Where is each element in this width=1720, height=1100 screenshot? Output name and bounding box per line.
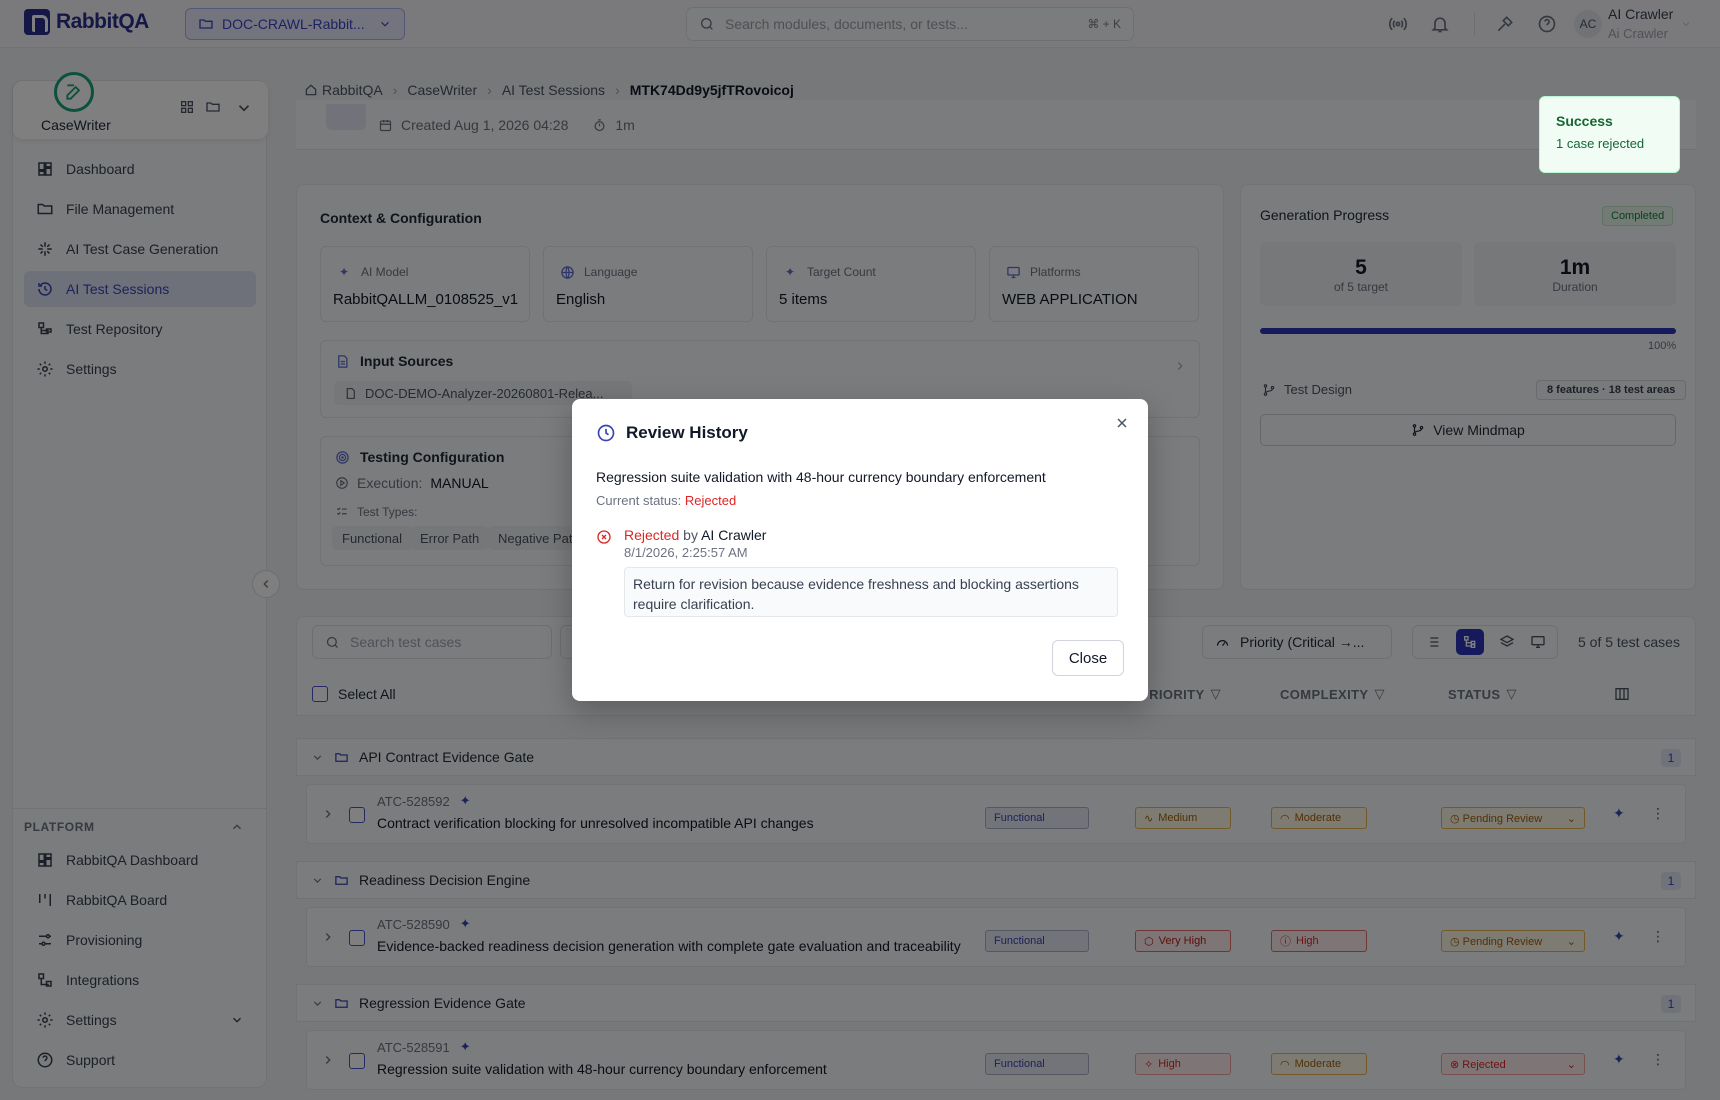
clock-icon (597, 424, 615, 442)
toast-message: 1 case rejected (1556, 136, 1645, 151)
event-note: Return for revision because evidence fre… (624, 567, 1118, 617)
dialog-title-text: Review History (626, 423, 748, 442)
toast-title: Success (1556, 113, 1613, 129)
case-title: Regression suite validation with 48-hour… (596, 469, 1046, 485)
review-history-dialog: Review History Regression suite validati… (572, 399, 1148, 701)
event-user: AI Crawler (701, 527, 767, 543)
current-status-value: Rejected (684, 493, 737, 508)
success-toast[interactable]: Success 1 case rejected (1539, 96, 1680, 173)
event-timestamp: 8/1/2026, 2:25:57 AM (624, 545, 748, 560)
close-button[interactable]: Close (1052, 640, 1124, 676)
event-by: by (683, 527, 698, 543)
current-status-label: Current status: (596, 493, 682, 508)
event-summary: Rejected by AI Crawler (624, 527, 766, 543)
close-icon[interactable] (1114, 415, 1130, 431)
x-circle-icon (597, 530, 611, 544)
current-status: Current status: Rejected (596, 493, 736, 508)
dialog-title: Review History (596, 423, 748, 443)
event-action: Rejected (624, 527, 680, 543)
